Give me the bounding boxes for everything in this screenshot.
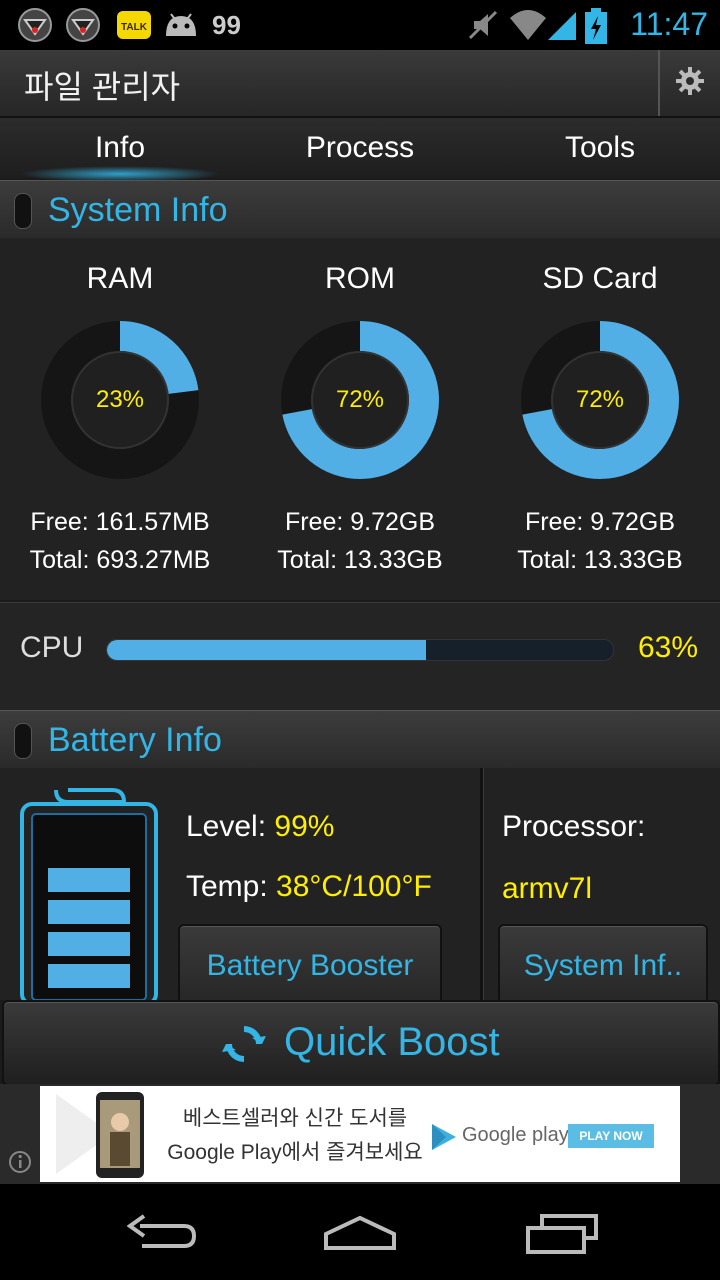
battery-info-panel: Level: 99% Temp: 38°C/100°F Battery Boos… <box>0 768 720 1008</box>
gauge-label: ROM <box>325 262 395 295</box>
battery-level-label: Level: <box>186 810 275 843</box>
tab-bar: Info Process Tools <box>0 118 720 182</box>
gauge-percent: 72% <box>575 386 625 413</box>
battery-temp-value: 38°C/100°F <box>276 870 432 903</box>
ad-brand: Google play <box>462 1124 569 1146</box>
kakaotalk-icon: TALK <box>116 8 152 42</box>
cpu-row: CPU 63% <box>0 602 720 711</box>
ad-banner[interactable]: 베스트셀러와 신간 도서를 Google Play에서 즐겨보세요 Google… <box>40 1086 680 1182</box>
back-icon[interactable] <box>122 1212 197 1257</box>
tab-info[interactable]: Info <box>0 118 240 178</box>
battery-temp-label: Temp: <box>186 870 277 903</box>
gauge-percent: 23% <box>95 386 145 413</box>
navigation-bar <box>0 1184 720 1280</box>
recent-apps-icon[interactable] <box>524 1212 600 1261</box>
app-icon-1 <box>18 8 52 42</box>
gauge-free: Free: 9.72GB <box>524 508 676 536</box>
battery-info-header: Battery Info <box>0 710 720 770</box>
ad-strip: 베스트셀러와 신간 도서를 Google Play에서 즐겨보세요 Google… <box>0 1084 720 1184</box>
battery-level-value: 99% <box>274 810 335 843</box>
title-bar: 파일 관리자 <box>0 50 720 118</box>
gauge-total: Total: 13.33GB <box>277 546 443 574</box>
ad-line-1: 베스트셀러와 신간 도서를 <box>182 1107 408 1130</box>
battery-level: Level: 99% <box>186 810 334 844</box>
battery-icon <box>20 786 160 1006</box>
wifi-icon <box>508 8 548 42</box>
gear-icon <box>675 66 705 101</box>
gauge-label: SD Card <box>542 262 658 295</box>
cpu-percent: 63% <box>637 631 698 664</box>
mute-icon <box>466 8 500 42</box>
ram-gauge: RAM 23% Free: 161.57MB Total: 693.27MB <box>0 238 240 600</box>
processor-label: Processor: <box>502 810 646 843</box>
cpu-label: CPU <box>20 631 84 664</box>
gauge-total: Total: 693.27MB <box>29 546 211 574</box>
quick-boost-button[interactable]: Quick Boost <box>2 1000 720 1086</box>
section-pill-icon <box>14 723 32 759</box>
gauge-label: RAM <box>86 262 154 295</box>
cpu-progress-fill <box>107 640 426 660</box>
battery-temp: Temp: 38°C/100°F <box>186 870 432 904</box>
cpu-progress-bar <box>106 639 614 661</box>
quick-boost-label: Quick Boost <box>284 1020 500 1064</box>
phone-image <box>96 1092 144 1183</box>
app-title: 파일 관리자 <box>24 69 181 105</box>
gauge-free: Free: 9.72GB <box>284 508 436 536</box>
home-icon[interactable] <box>322 1212 398 1257</box>
battery-info-title: Battery Info <box>48 721 222 759</box>
tab-process[interactable]: Process <box>240 118 480 178</box>
play-now-button[interactable]: PLAY NOW <box>568 1124 654 1148</box>
ad-line-2: Google Play에서 즐겨보세요 <box>167 1141 423 1164</box>
status-bar: TALK 99 11:47 <box>0 0 720 50</box>
sdcard-gauge: SD Card 72% Free: 9.72GB Total: 13.33GB <box>480 238 720 600</box>
system-info-button[interactable]: System Inf.. <box>498 924 708 1008</box>
svg-text:TALK: TALK <box>121 22 148 33</box>
section-pill-icon <box>14 193 32 229</box>
notification-count: 99 <box>212 10 241 40</box>
gauge-total: Total: 13.33GB <box>517 546 683 574</box>
tab-tools[interactable]: Tools <box>480 118 720 178</box>
android-icon <box>162 8 200 42</box>
system-info-header: System Info <box>0 180 720 240</box>
signal-icon <box>546 8 578 42</box>
processor-value: armv7l <box>502 872 593 905</box>
battery-booster-button[interactable]: Battery Booster <box>178 924 442 1008</box>
google-play-logo-icon <box>430 1122 458 1157</box>
clock: 11:47 <box>630 6 708 42</box>
system-info-panel: RAM 23% Free: 161.57MB Total: 693.27MB R… <box>0 238 720 600</box>
gauge-percent: 72% <box>335 386 385 413</box>
battery-charging-icon <box>584 8 608 44</box>
app-icon-2 <box>66 8 100 42</box>
gauge-free: Free: 161.57MB <box>30 508 210 536</box>
settings-button[interactable] <box>658 50 720 116</box>
refresh-icon <box>222 1022 266 1071</box>
rom-gauge: ROM 72% Free: 9.72GB Total: 13.33GB <box>240 238 480 600</box>
system-info-title: System Info <box>48 191 228 229</box>
info-icon[interactable] <box>8 1150 32 1179</box>
panel-divider <box>480 768 484 1000</box>
